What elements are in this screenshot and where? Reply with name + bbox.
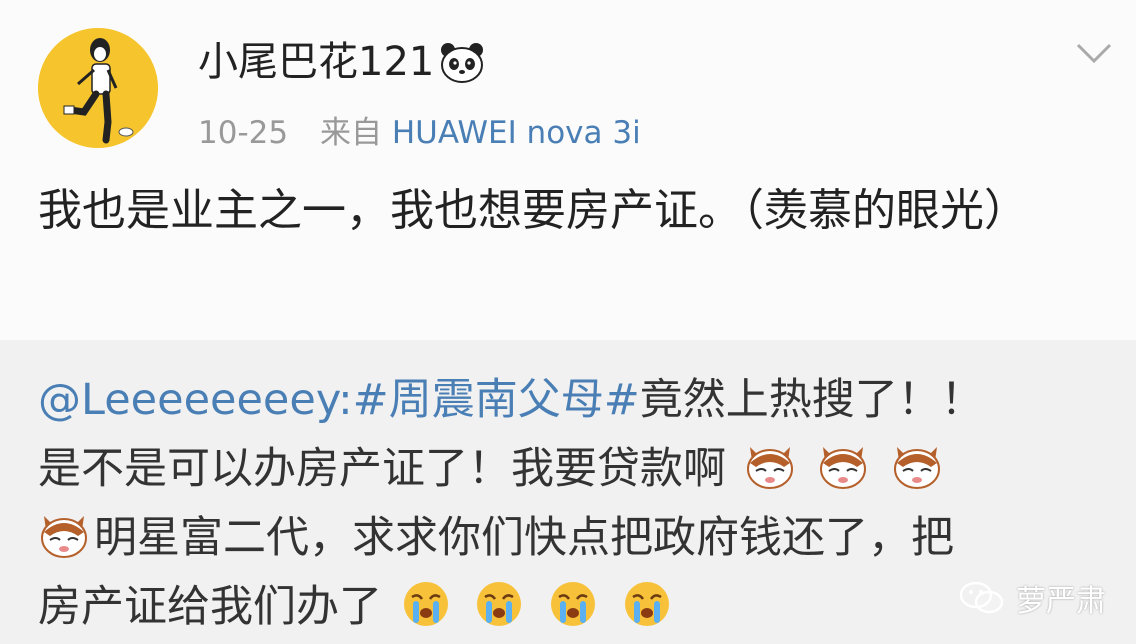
username-text[interactable]: 小尾巴花121 xyxy=(198,36,434,88)
repost-line3: 明星富二代，求求你们快点把政府钱还了，把 xyxy=(94,513,954,563)
sobbing-face-icon xyxy=(551,582,596,626)
crying-cat-icon xyxy=(820,447,867,489)
repost-line1: 竟然上热搜了！！ xyxy=(639,375,984,425)
post-text: 我也是业主之一，我也想要房产证。（羡慕的眼光） xyxy=(38,185,1028,236)
mention-link[interactable]: @Leeeeeeeey xyxy=(38,375,338,425)
mention-colon: : xyxy=(338,375,353,425)
source-device[interactable]: HUAWEI nova 3i xyxy=(392,115,641,151)
hashtag-link[interactable]: #周震南父母# xyxy=(353,375,640,425)
repost-line2: 是不是可以办房产证了！我要贷款啊 xyxy=(38,444,726,494)
crying-cat-icon xyxy=(41,516,87,558)
crying-cat-icon xyxy=(746,447,793,489)
username[interactable]: 小尾巴花121 xyxy=(198,36,486,88)
sobbing-face-icon xyxy=(477,582,522,626)
panda-icon xyxy=(441,43,484,83)
sobbing-face-icon xyxy=(403,582,448,626)
repost-line4: 房产证给我们办了 xyxy=(38,582,382,632)
post-date: 10-25 xyxy=(198,115,289,151)
watermark: 萝严肃 xyxy=(958,580,1106,619)
weibo-post: 小尾巴花121 10-25 来自 HUAWEI nova 3i 我也是业主之一，… xyxy=(0,0,1136,340)
wechat-icon xyxy=(959,581,1004,614)
source-prefix: 来自 xyxy=(319,115,382,151)
chevron-down-icon[interactable] xyxy=(1074,40,1114,66)
avatar-illustration xyxy=(38,28,158,148)
user-avatar[interactable] xyxy=(38,28,158,148)
watermark-text: 萝严肃 xyxy=(1016,584,1106,619)
crying-cat-icon xyxy=(894,447,941,489)
sobbing-face-icon xyxy=(624,582,669,626)
repost-text: @Leeeeeeeey:#周震南父母#竟然上热搜了！！ 是不是可以办房产证了！我… xyxy=(38,366,1113,642)
post-meta: 10-25 来自 HUAWEI nova 3i xyxy=(198,112,641,154)
